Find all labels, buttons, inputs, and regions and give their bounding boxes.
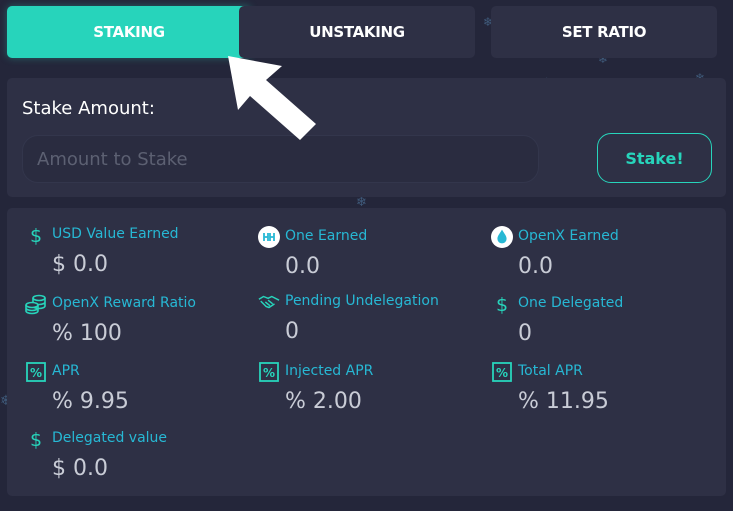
stat-value: 0.0 [285,254,320,279]
stake-button[interactable]: Stake! [597,133,712,183]
harmony-one-icon [258,226,280,248]
stat-label: OpenX Reward Ratio [52,295,196,311]
svg-text:%: % [496,366,508,380]
dollar-icon: $ [25,224,47,246]
stat-label: Delegated value [52,430,168,446]
stat-label: OpenX Earned [518,228,619,244]
tab-staking[interactable]: STAKING [7,6,251,58]
dollar-icon: $ [25,428,47,450]
stat-value: % 11.95 [518,389,609,414]
stat-value: % 9.95 [52,389,129,414]
svg-text:%: % [30,366,42,380]
dollar-icon: $ [491,293,513,315]
percent-icon: % [258,361,280,383]
stat-value: $ 0.0 [52,252,108,277]
stat-label: Total APR [518,363,583,379]
stat-value: 0 [518,321,532,346]
stat-value: 0 [285,319,299,344]
svg-text:$: $ [496,294,508,315]
stat-value: 0.0 [518,254,553,279]
stat-label: Injected APR [285,363,374,379]
handshake-icon [258,291,280,313]
svg-text:%: % [263,366,275,380]
stat-label: USD Value Earned [52,226,179,242]
stat-label: One Delegated [518,295,624,311]
pointer-arrow-icon [228,56,316,140]
svg-text:$: $ [30,225,42,246]
stat-label: Pending Undelegation [285,293,439,309]
svg-text:$: $ [30,429,42,450]
percent-icon: % [491,361,513,383]
tab-set-ratio[interactable]: SET RATIO [491,6,717,58]
percent-icon: % [25,361,47,383]
stat-label: APR [52,363,80,379]
stat-label: One Earned [285,228,368,244]
openx-drop-icon [491,226,513,248]
stat-value: $ 0.0 [52,456,108,481]
stats-panel [7,208,726,496]
stake-amount-title: Stake Amount: [22,98,155,119]
coins-icon [25,293,47,315]
tab-unstaking[interactable]: UNSTAKING [239,6,475,58]
stat-value: % 2.00 [285,389,362,414]
stat-value: % 100 [52,321,122,346]
